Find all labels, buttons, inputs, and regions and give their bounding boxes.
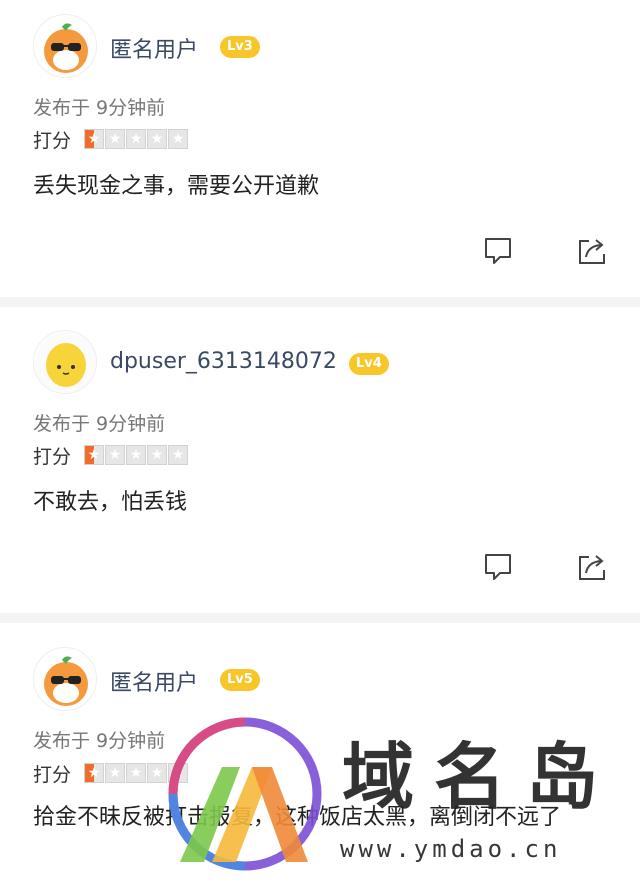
star-icon: ★	[105, 129, 125, 149]
star-icon: ★	[84, 445, 104, 465]
star-icon: ★	[105, 445, 125, 465]
orange-sunglasses-icon	[44, 656, 88, 706]
star-icon: ★	[126, 129, 146, 149]
username[interactable]: dpuser_6313148072	[110, 349, 337, 374]
star-icon: ★	[168, 763, 188, 783]
comment-icon[interactable]	[483, 236, 513, 266]
lemon-icon	[35, 332, 96, 393]
avatar[interactable]	[33, 14, 97, 78]
orange-sunglasses-icon	[44, 23, 88, 73]
star-rating: ★ ★ ★ ★ ★	[84, 129, 188, 149]
star-icon: ★	[168, 445, 188, 465]
star-icon: ★	[126, 763, 146, 783]
review-card: dpuser_6313148072 Lv4 发布于 9分钟前 打分 ★ ★ ★ …	[0, 307, 640, 613]
level-badge: Lv3	[220, 36, 260, 58]
watermark-url: www.ymdao.cn	[340, 835, 562, 863]
level-badge: Lv4	[349, 353, 389, 375]
review-text: 不敢去，怕丢钱	[33, 490, 188, 515]
star-icon: ★	[84, 129, 104, 149]
level-badge: Lv5	[220, 669, 260, 691]
review-text: 丢失现金之事，需要公开道歉	[33, 174, 320, 199]
score-label: 打分	[33, 764, 72, 786]
review-card: 匿名用户 Lv3 发布于 9分钟前 打分 ★ ★ ★ ★ ★ 丢失现金之事，需要…	[0, 0, 640, 297]
star-icon: ★	[147, 445, 167, 465]
post-time: 发布于 9分钟前	[33, 730, 166, 752]
score-label: 打分	[33, 446, 72, 468]
star-icon: ★	[84, 763, 104, 783]
post-time: 发布于 9分钟前	[33, 413, 166, 435]
star-icon: ★	[147, 763, 167, 783]
username[interactable]: 匿名用户	[110, 32, 198, 64]
star-icon: ★	[126, 445, 146, 465]
divider	[0, 613, 640, 623]
star-icon: ★	[105, 763, 125, 783]
star-rating: ★ ★ ★ ★ ★	[84, 763, 188, 783]
divider	[0, 297, 640, 307]
star-icon: ★	[147, 129, 167, 149]
comment-icon[interactable]	[483, 552, 513, 582]
star-icon: ★	[168, 129, 188, 149]
share-icon[interactable]	[577, 552, 607, 582]
avatar[interactable]	[33, 647, 97, 711]
score-label: 打分	[33, 130, 72, 152]
username[interactable]: 匿名用户	[110, 665, 198, 697]
star-rating: ★ ★ ★ ★ ★	[84, 445, 188, 465]
share-icon[interactable]	[577, 236, 607, 266]
avatar[interactable]	[33, 330, 97, 394]
post-time: 发布于 9分钟前	[33, 97, 166, 119]
watermark-title: 域名岛	[342, 734, 619, 819]
